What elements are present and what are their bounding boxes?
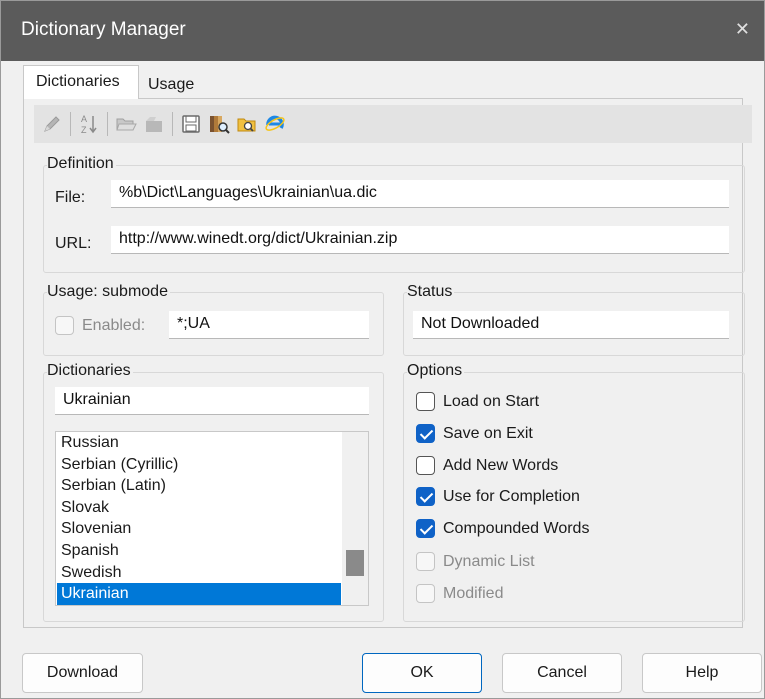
add-new-words-box[interactable] [416, 456, 435, 475]
dynamic-list-box[interactable] [416, 552, 435, 571]
add-new-words-label: Add New Words [443, 456, 559, 474]
dictionary-name-field[interactable]: Ukrainian [55, 387, 369, 415]
find-dictionary-icon[interactable] [205, 109, 233, 139]
list-item[interactable]: Serbian (Cyrillic) [57, 454, 341, 476]
enabled-checkbox-box[interactable] [55, 316, 74, 335]
enabled-checkbox[interactable]: Enabled: [55, 316, 145, 335]
dictionaries-group-title: Dictionaries [47, 362, 133, 380]
list-scrollbar[interactable] [342, 432, 368, 605]
tab-dictionaries-label: Dictionaries [36, 73, 120, 90]
compounded-words-box[interactable] [416, 519, 435, 538]
title-bar: Dictionary Manager ✕ [1, 1, 764, 61]
list-item[interactable]: Slovak [57, 497, 341, 519]
toolbar-separator [172, 112, 173, 136]
svg-text:A: A [81, 114, 87, 124]
tab-usage[interactable]: Usage [140, 71, 202, 99]
save-icon[interactable] [177, 109, 205, 139]
use-for-completion-checkbox[interactable]: Use for Completion [416, 487, 580, 506]
list-scrollbar-thumb[interactable] [346, 550, 364, 576]
submode-field[interactable]: *;UA [169, 311, 369, 339]
svg-text:Z: Z [81, 125, 87, 135]
toolbar: AZ [34, 105, 752, 143]
tab-dictionaries[interactable]: Dictionaries [23, 65, 139, 99]
tab-usage-label: Usage [148, 76, 195, 93]
save-on-exit-label: Save on Exit [443, 424, 533, 442]
dictionary-listbox[interactable]: Russian Serbian (Cyrillic) Serbian (Lati… [55, 431, 369, 606]
modified-checkbox[interactable]: Modified [416, 584, 503, 603]
usage-submode-title: Usage: submode [47, 283, 170, 301]
save-on-exit-checkbox[interactable]: Save on Exit [416, 424, 533, 443]
dynamic-list-checkbox[interactable]: Dynamic List [416, 552, 535, 571]
load-on-start-box[interactable] [416, 392, 435, 411]
toolbar-separator [107, 112, 108, 136]
save-on-exit-box[interactable] [416, 424, 435, 443]
window-title: Dictionary Manager [21, 19, 186, 40]
url-label: URL: [55, 235, 92, 252]
file-label: File: [55, 189, 86, 206]
load-on-start-checkbox[interactable]: Load on Start [416, 392, 539, 411]
compounded-words-checkbox[interactable]: Compounded Words [416, 519, 589, 538]
status-group-title: Status [407, 283, 455, 301]
use-for-completion-box[interactable] [416, 487, 435, 506]
definition-group-title: Definition [47, 155, 116, 173]
close-icon[interactable]: ✕ [735, 19, 750, 40]
load-on-start-label: Load on Start [443, 392, 540, 410]
list-item[interactable]: Serbian (Latin) [57, 475, 341, 497]
list-item[interactable]: Slovenian [57, 518, 341, 540]
enabled-checkbox-label: Enabled: [82, 316, 146, 334]
cancel-button[interactable]: Cancel [502, 653, 622, 693]
download-button[interactable]: Download [22, 653, 143, 693]
url-field[interactable]: http://www.winedt.org/dict/Ukrainian.zip [111, 226, 729, 254]
sort-az-icon[interactable]: AZ [75, 109, 103, 139]
dynamic-list-label: Dynamic List [443, 552, 535, 570]
status-field: Not Downloaded [413, 311, 729, 339]
toolbar-separator [70, 112, 71, 136]
list-item[interactable]: Spanish [57, 540, 341, 562]
dictionary-manager-window: Dictionary Manager ✕ Dictionaries Usage … [0, 0, 765, 699]
internet-explorer-icon[interactable] [261, 109, 289, 139]
browse-folder-icon[interactable] [233, 109, 261, 139]
dictionary-list-items: Russian Serbian (Cyrillic) Serbian (Lati… [57, 432, 341, 605]
options-group-title: Options [407, 362, 465, 380]
use-for-completion-label: Use for Completion [443, 487, 580, 505]
compounded-words-label: Compounded Words [443, 519, 590, 537]
file-path-field[interactable]: %b\Dict\Languages\Ukrainian\ua.dic [111, 180, 729, 208]
list-item[interactable]: Russian [57, 432, 341, 454]
ok-button[interactable]: OK [362, 653, 482, 693]
list-item-selected[interactable]: Ukrainian [57, 583, 341, 605]
modified-label: Modified [443, 584, 504, 602]
open-icon[interactable] [140, 109, 168, 139]
list-item[interactable]: Swedish [57, 562, 341, 584]
help-button[interactable]: Help [642, 653, 762, 693]
open-folder-icon[interactable] [112, 109, 140, 139]
modified-box[interactable] [416, 584, 435, 603]
add-new-words-checkbox[interactable]: Add New Words [416, 456, 558, 475]
pencil-icon[interactable] [38, 109, 66, 139]
